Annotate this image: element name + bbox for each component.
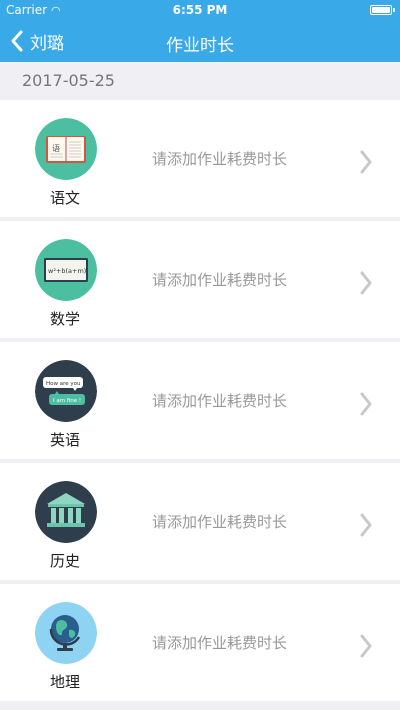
- chevron-right-icon: [360, 513, 372, 537]
- subject-row-english[interactable]: How are you ? I am fine ! 英语 请添加作业耗费时长: [0, 342, 400, 459]
- subject-list: 语 语文 请添加作业耗费时长 w²+b(a+m) 数学 请添加作业耗费时长 Ho…: [0, 100, 400, 705]
- speech-bubbles-icon: How are you ? I am fine !: [35, 360, 97, 422]
- book-icon: 语: [35, 118, 97, 180]
- globe-icon: [35, 602, 97, 664]
- status-time: 6:55 PM: [172, 3, 228, 17]
- svg-text:w²+b(a+m): w²+b(a+m): [48, 267, 86, 275]
- date-label: 2017-05-25: [22, 71, 115, 90]
- subject-name: 历史: [49, 552, 80, 570]
- add-duration-hint: 请添加作业耗费时长: [152, 513, 288, 531]
- chevron-right-icon: [360, 271, 372, 295]
- subject-name: 地理: [49, 673, 80, 691]
- subject-row-history[interactable]: 历史 请添加作业耗费时长: [0, 463, 400, 580]
- add-duration-hint: 请添加作业耗费时长: [152, 271, 288, 289]
- add-duration-hint: 请添加作业耗费时长: [152, 150, 288, 168]
- subject-row-math[interactable]: w²+b(a+m) 数学 请添加作业耗费时长: [0, 221, 400, 338]
- subject-row-chinese[interactable]: 语 语文 请添加作业耗费时长: [0, 100, 400, 217]
- page-title: 作业时长: [166, 36, 234, 56]
- battery-icon: [370, 5, 395, 15]
- add-duration-hint: 请添加作业耗费时长: [152, 634, 288, 652]
- top-bar: Carrier ◠ 6:55 PM 刘璐 作业时长: [0, 0, 400, 62]
- chevron-right-icon: [360, 634, 372, 658]
- math-board-icon: w²+b(a+m): [35, 239, 97, 301]
- status-bar: Carrier ◠ 6:55 PM: [0, 0, 400, 20]
- date-section-header: 2017-05-25: [0, 62, 400, 100]
- nav-bar: 刘璐 作业时长: [0, 20, 400, 62]
- chevron-right-icon: [360, 150, 372, 174]
- museum-icon: [35, 481, 97, 543]
- subject-name: 数学: [49, 310, 80, 328]
- chevron-right-icon: [360, 392, 372, 416]
- subject-name: 语文: [49, 189, 80, 207]
- svg-text:How are you ?: How are you ?: [46, 381, 85, 387]
- subject-row-geography[interactable]: 地理 请添加作业耗费时长: [0, 584, 400, 701]
- subject-name: 英语: [49, 431, 80, 449]
- add-duration-hint: 请添加作业耗费时长: [152, 392, 288, 410]
- svg-text:语: 语: [52, 143, 60, 153]
- svg-text:I am fine !: I am fine !: [53, 398, 81, 404]
